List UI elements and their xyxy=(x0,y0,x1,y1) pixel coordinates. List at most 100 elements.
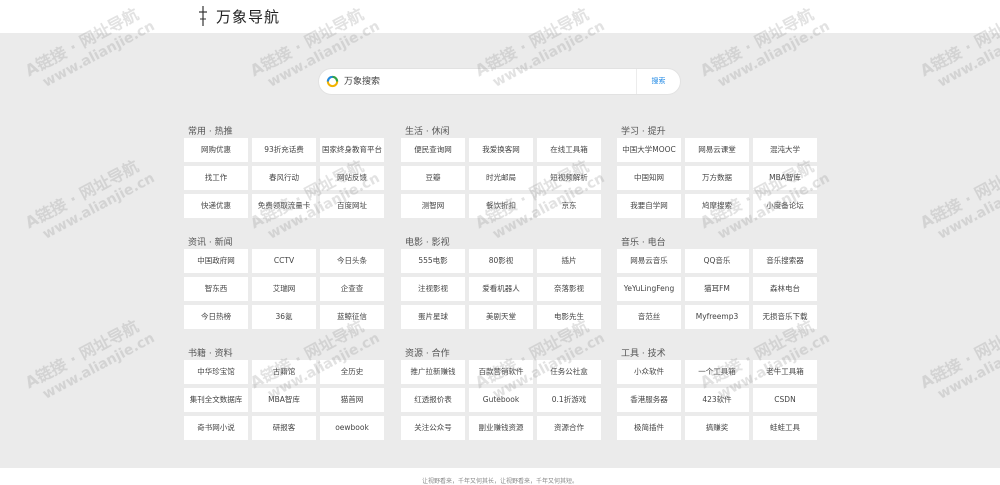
link-item[interactable]: 423软件 xyxy=(685,388,749,412)
link-item[interactable]: 百款营销软件 xyxy=(469,360,533,384)
link-item[interactable]: 极简插件 xyxy=(617,416,681,440)
link-item[interactable]: 猫耳FM xyxy=(685,277,749,301)
search-input[interactable] xyxy=(344,72,629,92)
link-item[interactable]: oewbook xyxy=(320,416,384,440)
link-item[interactable]: 网购优惠 xyxy=(184,138,248,162)
footer-text: 让视野看来，千年又何其长，让视野看来，千年又何其短。 xyxy=(421,478,578,485)
link-item[interactable]: CCTV xyxy=(252,249,316,273)
link-item[interactable]: 资源合作 xyxy=(537,416,601,440)
link-item[interactable]: 奇书网小说 xyxy=(184,416,248,440)
link-item[interactable]: 小众软件 xyxy=(617,360,681,384)
link-item[interactable]: 鸠摩搜索 xyxy=(685,194,749,218)
link-item[interactable]: 混沌大学 xyxy=(753,138,817,162)
link-item[interactable]: 中国政府网 xyxy=(184,249,248,273)
top-bar: 万象导航 xyxy=(0,0,1000,33)
link-item[interactable]: 便民查询网 xyxy=(401,138,465,162)
link-item[interactable]: 快递优惠 xyxy=(184,194,248,218)
link-item[interactable]: 音范丝 xyxy=(617,305,681,329)
link-item[interactable]: 奈落影视 xyxy=(537,277,601,301)
link-item[interactable]: 蛋片星球 xyxy=(401,305,465,329)
search-button[interactable]: 搜索 xyxy=(637,69,680,94)
link-item[interactable]: QQ音乐 xyxy=(685,249,749,273)
link-item[interactable]: 网易云课堂 xyxy=(685,138,749,162)
link-item[interactable]: 豆瓣 xyxy=(401,166,465,190)
link-item[interactable]: 百度网址 xyxy=(320,194,384,218)
section-title: 书籍 · 资料 xyxy=(188,349,233,359)
watermark-line1: A链接 · 网址导航 xyxy=(21,316,142,393)
link-item[interactable]: 餐饮折扣 xyxy=(469,194,533,218)
link-item[interactable]: 80影视 xyxy=(469,249,533,273)
link-item[interactable]: 无损音乐下载 xyxy=(753,305,817,329)
link-item[interactable]: 36氪 xyxy=(252,305,316,329)
link-item[interactable]: 副业赚钱资源 xyxy=(469,416,533,440)
link-item[interactable]: 免费领取流量卡 xyxy=(252,194,316,218)
site-title[interactable]: 万象导航 xyxy=(216,6,280,27)
link-item[interactable]: 0.1折游戏 xyxy=(537,388,601,412)
section-title: 工具 · 技术 xyxy=(621,349,666,359)
link-item[interactable]: 艾瑞网 xyxy=(252,277,316,301)
section-title: 电影 · 影视 xyxy=(405,238,450,248)
link-item[interactable]: 电影先生 xyxy=(537,305,601,329)
link-item[interactable]: 搞赚奖 xyxy=(685,416,749,440)
watermark-line2: www.alianjie.cn xyxy=(40,170,158,243)
link-item[interactable]: 今日头条 xyxy=(320,249,384,273)
link-item[interactable]: Myfreemp3 xyxy=(685,305,749,329)
link-item[interactable]: 注视影视 xyxy=(401,277,465,301)
link-item[interactable]: 关注公众号 xyxy=(401,416,465,440)
link-item[interactable]: 中国知网 xyxy=(617,166,681,190)
link-item[interactable]: MBA智库 xyxy=(753,166,817,190)
link-item[interactable]: 在线工具箱 xyxy=(537,138,601,162)
link-item[interactable]: 猫首网 xyxy=(320,388,384,412)
link-item[interactable]: 短视频解析 xyxy=(537,166,601,190)
watermark-line1: A链接 · 网址导航 xyxy=(916,156,1000,233)
link-item[interactable]: 老牛工具箱 xyxy=(753,360,817,384)
link-item[interactable]: 我爱换客网 xyxy=(469,138,533,162)
link-item[interactable]: 爱看机器人 xyxy=(469,277,533,301)
link-item[interactable]: 研报客 xyxy=(252,416,316,440)
link-item[interactable]: 美剧天堂 xyxy=(469,305,533,329)
link-item[interactable]: 任务公社盒 xyxy=(537,360,601,384)
link-item[interactable]: 中华珍宝馆 xyxy=(184,360,248,384)
watermark: A链接 · 网址导航 www.alianjie.cn xyxy=(915,309,1000,407)
section-title: 生活 · 休闲 xyxy=(405,127,450,137)
link-item[interactable]: 555电影 xyxy=(401,249,465,273)
search-logo-icon xyxy=(326,75,339,88)
link-item[interactable]: 红透报价表 xyxy=(401,388,465,412)
link-item[interactable]: 我要自学网 xyxy=(617,194,681,218)
link-item[interactable]: YeYuLingFeng xyxy=(617,277,681,301)
section-title: 资源 · 合作 xyxy=(405,349,450,359)
link-item[interactable]: 找工作 xyxy=(184,166,248,190)
link-item[interactable]: CSDN xyxy=(753,388,817,412)
link-item[interactable]: 音乐搜索器 xyxy=(753,249,817,273)
link-item[interactable]: 京东 xyxy=(537,194,601,218)
link-item[interactable]: 蓝鲸征信 xyxy=(320,305,384,329)
link-item[interactable]: 一个工具箱 xyxy=(685,360,749,384)
link-item[interactable]: 网站反馈 xyxy=(320,166,384,190)
link-item[interactable]: 国家终身教育平台 xyxy=(320,138,384,162)
link-item[interactable]: 推广拉新赚钱 xyxy=(401,360,465,384)
sword-icon[interactable] xyxy=(196,5,210,27)
link-item[interactable]: 时光邮局 xyxy=(469,166,533,190)
link-item[interactable]: 森林电台 xyxy=(753,277,817,301)
section-title: 常用 · 热推 xyxy=(188,127,233,137)
link-item[interactable]: 企查查 xyxy=(320,277,384,301)
link-item[interactable]: 蛙蛙工具 xyxy=(753,416,817,440)
link-item[interactable]: 集刊全文数据库 xyxy=(184,388,248,412)
link-item[interactable]: MBA智库 xyxy=(252,388,316,412)
link-item[interactable]: 插片 xyxy=(537,249,601,273)
link-item[interactable]: 万方数据 xyxy=(685,166,749,190)
link-item[interactable]: 香港服务器 xyxy=(617,388,681,412)
link-item[interactable]: 中国大学MOOC xyxy=(617,138,681,162)
link-item[interactable]: 春风行动 xyxy=(252,166,316,190)
link-item[interactable]: 93折充话费 xyxy=(252,138,316,162)
footer: 让视野看来，千年又何其长，让视野看来，千年又何其短。 xyxy=(0,468,1000,485)
link-item[interactable]: 小度备论坛 xyxy=(753,194,817,218)
link-item[interactable]: 智东西 xyxy=(184,277,248,301)
link-item[interactable]: 古籍馆 xyxy=(252,360,316,384)
link-item[interactable]: 测智网 xyxy=(401,194,465,218)
link-item[interactable]: 全历史 xyxy=(320,360,384,384)
watermark-line1: A链接 · 网址导航 xyxy=(21,156,142,233)
link-item[interactable]: 网易云音乐 xyxy=(617,249,681,273)
link-item[interactable]: 今日热榜 xyxy=(184,305,248,329)
link-item[interactable]: Gutebook xyxy=(469,388,533,412)
